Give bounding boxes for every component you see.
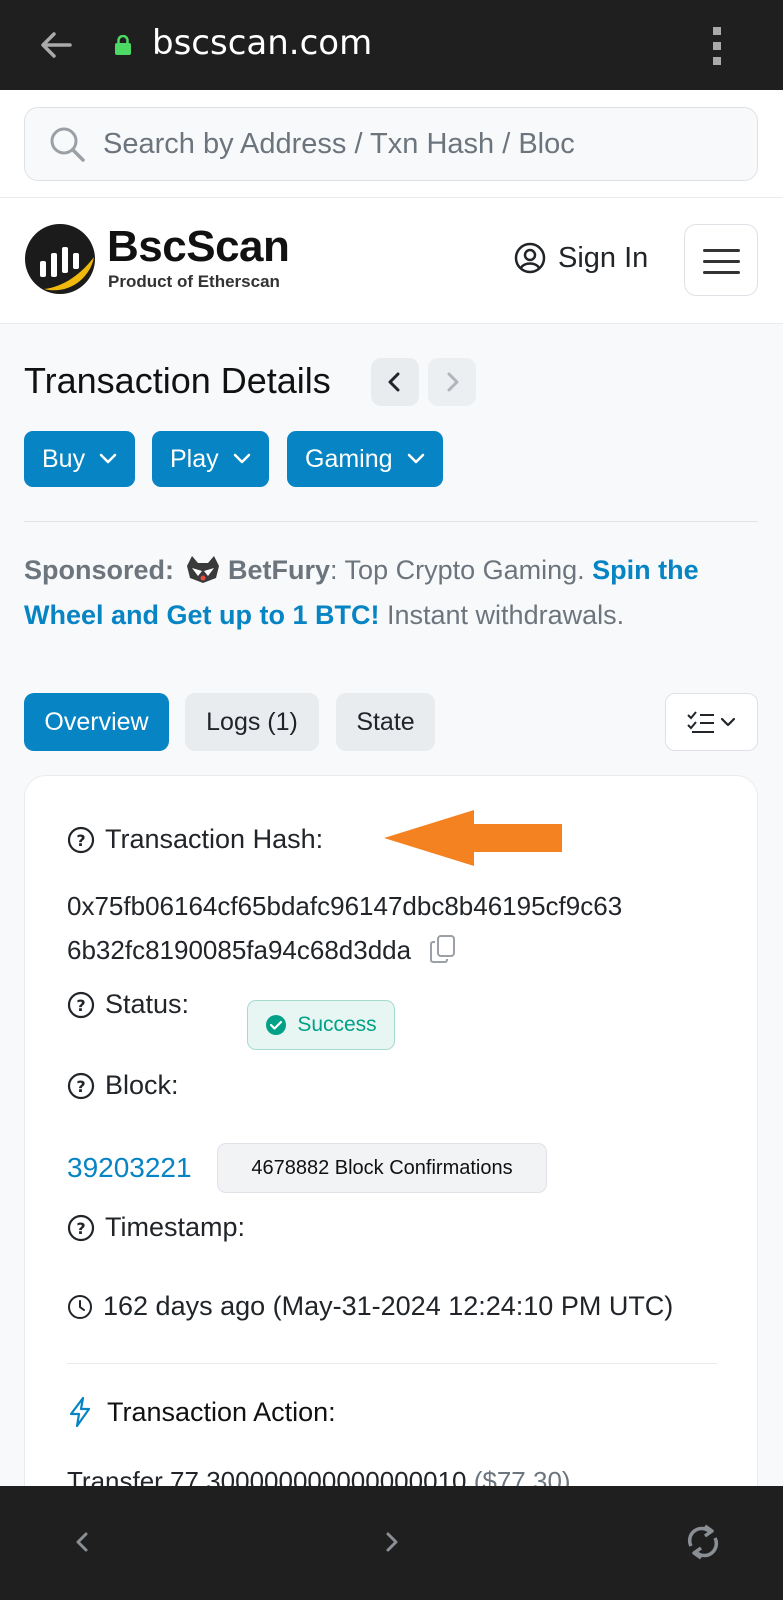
view-options-dropdown[interactable] (665, 693, 758, 751)
checklist-icon (687, 711, 736, 733)
timestamp-value: 162 days ago (May-31-2024 12:24:10 PM UT… (103, 1291, 674, 1321)
logo-subtitle-prefix: Product of (108, 272, 198, 291)
search-input[interactable] (103, 120, 623, 168)
transaction-hash-row: ? Transaction Hash: (67, 824, 323, 855)
sign-in-link[interactable]: Sign In (514, 238, 648, 278)
previous-transaction-button[interactable] (371, 358, 419, 406)
sponsored-label: Sponsored: (24, 555, 175, 585)
hamburger-menu-button[interactable] (684, 224, 758, 296)
logo-title: BscScan (107, 222, 290, 271)
bscscan-logo-icon[interactable] (24, 223, 96, 295)
hamburger-line (703, 249, 740, 252)
page-title: Transaction Details (24, 360, 331, 401)
timestamp-label: Timestamp: (105, 1212, 246, 1242)
sponsored-brand[interactable]: BetFury (228, 555, 330, 585)
block-confirmations-badge: 4678882 Block Confirmations (217, 1143, 547, 1193)
gaming-label: Gaming (305, 444, 393, 473)
timestamp-row: ? Timestamp: (67, 1212, 245, 1243)
gaming-dropdown[interactable]: Gaming (287, 431, 443, 487)
svg-text:?: ? (76, 1077, 85, 1096)
user-circle-icon (514, 242, 546, 274)
chevron-right-icon (447, 372, 459, 392)
browser-bottom-bar (0, 1486, 783, 1600)
hash-line-1: 0x75fb06164cf65bdafc96147dbc8b46195cf9c6… (67, 891, 623, 921)
buy-dropdown[interactable]: Buy (24, 431, 136, 487)
url-text[interactable]: bscscan.com (152, 23, 372, 63)
chevron-down-icon (233, 453, 250, 464)
transaction-details-card: ? Transaction Hash: 0x75fb06164cf65bdafc… (24, 775, 758, 1535)
play-label: Play (170, 444, 219, 473)
chevron-down-icon (99, 453, 117, 464)
tab-logs[interactable]: Logs (1) (185, 693, 319, 751)
logo-subtitle-brand: Etherscan (197, 272, 280, 291)
sponsored-banner: Sponsored: BetFury: Top Crypto Gaming. S… (24, 548, 764, 638)
sponsored-text-1: : Top Crypto Gaming. (330, 555, 593, 585)
next-transaction-button[interactable] (428, 358, 476, 406)
search-box[interactable] (24, 107, 758, 181)
browser-top-bar: bscscan.com (0, 0, 783, 90)
refresh-icon[interactable] (683, 1522, 723, 1562)
svg-text:?: ? (76, 996, 85, 1015)
copy-icon[interactable] (429, 934, 457, 964)
question-circle-icon[interactable]: ? (67, 1072, 95, 1100)
divider (67, 1363, 717, 1364)
status-label: Status: (105, 989, 190, 1019)
question-circle-icon[interactable]: ? (67, 826, 95, 854)
transaction-hash-label: Transaction Hash: (105, 824, 324, 854)
sponsored-text-2: Instant withdrawals. (379, 600, 625, 630)
search-icon (50, 127, 85, 162)
tab-overview[interactable]: Overview (24, 693, 169, 751)
chevron-left-icon (388, 372, 400, 392)
sign-in-label: Sign In (558, 241, 649, 274)
status-value: Success (297, 1013, 377, 1036)
question-circle-icon[interactable]: ? (67, 1214, 95, 1242)
chevron-left-icon[interactable] (62, 1522, 102, 1562)
logo-subtitle: Product of Etherscan (108, 272, 280, 292)
transaction-action-row: Transaction Action: (67, 1396, 336, 1428)
chevron-right-icon[interactable] (372, 1522, 412, 1562)
clock-icon (68, 1294, 92, 1319)
site-header: BscScan Product of Etherscan Sign In (0, 198, 783, 324)
block-label: Block: (105, 1070, 179, 1100)
orange-arrow-annotation (384, 810, 562, 866)
hamburger-line (703, 260, 740, 263)
lightning-icon (69, 1396, 91, 1428)
lock-icon (115, 35, 131, 55)
more-options-icon[interactable] (712, 26, 722, 66)
question-circle-icon[interactable]: ? (67, 991, 95, 1019)
transaction-action-label: Transaction Action: (107, 1396, 336, 1427)
transaction-hash-value: 0x75fb06164cf65bdafc96147dbc8b46195cf9c6… (67, 884, 727, 972)
betfury-raccoon-icon (187, 555, 220, 583)
hash-line-2: 6b32fc8190085fa94c68d3dda (67, 935, 412, 965)
play-dropdown[interactable]: Play (152, 431, 269, 487)
back-arrow-icon[interactable] (36, 25, 76, 65)
search-section (0, 90, 783, 198)
svg-text:?: ? (76, 831, 85, 850)
svg-text:?: ? (76, 1219, 85, 1238)
hamburger-line (703, 271, 740, 274)
block-number-link[interactable]: 39203221 (67, 1152, 192, 1184)
check-circle-icon (266, 1015, 287, 1035)
timestamp-value-row: 162 days ago (May-31-2024 12:24:10 PM UT… (67, 1291, 673, 1322)
chevron-down-icon (407, 453, 424, 464)
divider (24, 521, 758, 522)
tab-state[interactable]: State (336, 693, 435, 751)
buy-label: Buy (42, 444, 86, 473)
block-row: ? Block: (67, 1070, 179, 1101)
status-badge: Success (247, 1000, 395, 1050)
status-row: ? Status: (67, 989, 189, 1020)
